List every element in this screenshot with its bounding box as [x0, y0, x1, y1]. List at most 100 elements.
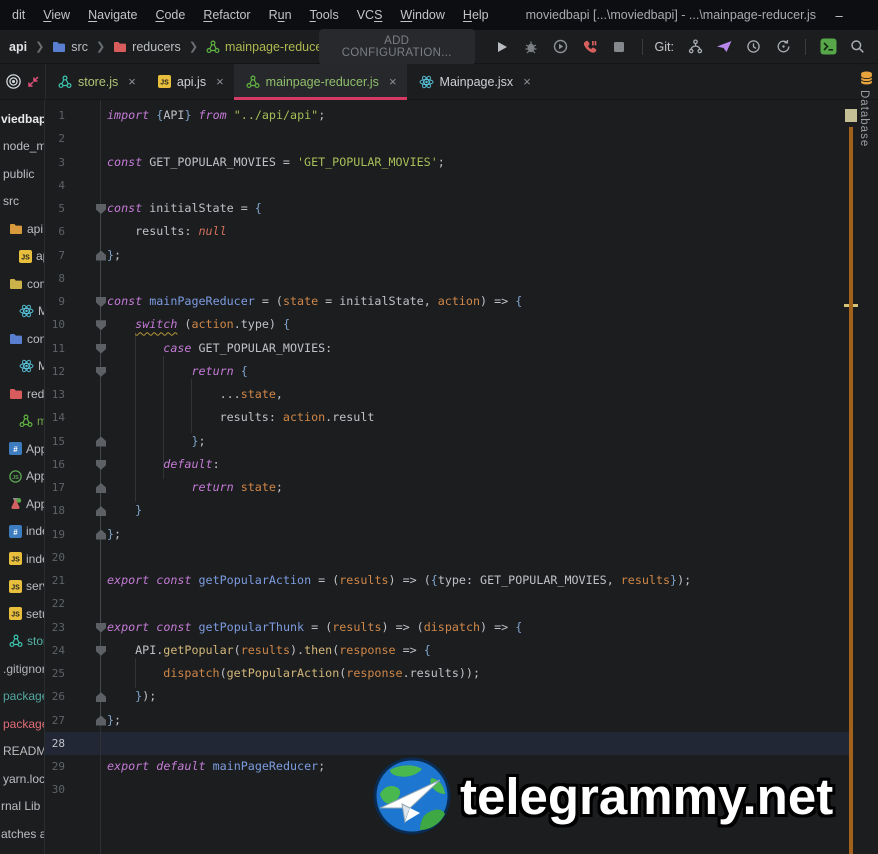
folder-yellow-icon	[9, 278, 23, 290]
run-with-coverage-icon[interactable]	[551, 36, 571, 58]
tree-item-README[interactable]: README	[0, 738, 44, 766]
menu-item-help[interactable]: Help	[454, 4, 498, 26]
tab-store.js[interactable]: store.js ×	[46, 64, 146, 99]
reducer-teal-icon	[9, 634, 23, 648]
tree-item-comp[interactable]: comp	[0, 270, 44, 298]
fold-marker-close[interactable]	[96, 692, 106, 703]
profiler-phone-icon[interactable]	[580, 36, 600, 58]
tree-item-App-j[interactable]: JSApp.j	[0, 463, 44, 491]
menu-item-window[interactable]: Window	[391, 4, 453, 26]
react-icon	[19, 304, 34, 318]
push-paper-plane-icon[interactable]	[714, 36, 734, 58]
toolbar: ADD CONFIGURATION... Git:	[318, 28, 878, 65]
breadcrumb-item[interactable]: api	[6, 38, 30, 56]
fold-marker-close[interactable]	[96, 506, 106, 517]
breadcrumb-item[interactable]: src	[49, 38, 91, 56]
tree-item-viedbap[interactable]: viedbap	[0, 105, 44, 133]
tree-item-m[interactable]: m	[0, 408, 44, 436]
tree-item-api[interactable]: api	[0, 215, 44, 243]
tab-api.js[interactable]: JS api.js ×	[146, 64, 234, 99]
terminal-icon[interactable]	[818, 36, 838, 58]
menu-item-view[interactable]: View	[34, 4, 79, 26]
tree-item-M[interactable]: M	[0, 353, 44, 381]
code-editor[interactable]: 1 2 3 4 5 6 7 8 9 10 11 12 13 14 15 16 17 18 19 20 21 22 23 24 2…	[45, 100, 878, 854]
breadcrumb-item[interactable]: mainpage-reducer.js	[203, 38, 319, 56]
tree-item-node_m[interactable]: node_m	[0, 133, 44, 161]
tree-item-ap[interactable]: JSap	[0, 243, 44, 271]
tree-item-setup[interactable]: JSsetup	[0, 600, 44, 628]
tree-item-index[interactable]: JSindex	[0, 545, 44, 573]
menu-item-navigate[interactable]: Navigate	[79, 4, 146, 26]
tree-item-atches-a[interactable]: atches a	[0, 820, 44, 848]
git-branch-icon[interactable]	[685, 36, 705, 58]
code-line-16: default:	[163, 456, 220, 471]
update-project-icon[interactable]	[773, 36, 793, 58]
tree-item-reduc[interactable]: reduc	[0, 380, 44, 408]
tab-close-icon[interactable]: ×	[523, 74, 531, 89]
tree-item-store-[interactable]: store.	[0, 628, 44, 656]
breadcrumb-item[interactable]: reducers	[110, 38, 184, 56]
tree-item-package[interactable]: package	[0, 710, 44, 738]
run-icon[interactable]	[492, 36, 512, 58]
code-line-27: };	[107, 712, 122, 727]
fold-marker-close[interactable]	[96, 436, 106, 447]
inspection-status-indicator[interactable]	[845, 109, 857, 122]
add-configuration-button[interactable]: ADD CONFIGURATION...	[318, 28, 475, 65]
line-number: 22	[51, 597, 65, 611]
database-tool-tab[interactable]: Database	[858, 90, 870, 147]
fold-marker-open[interactable]	[96, 297, 106, 307]
stop-icon[interactable]	[609, 36, 629, 58]
fold-marker-close[interactable]	[96, 483, 106, 493]
fold-marker-close[interactable]	[96, 715, 106, 726]
tab-Mainpage.jsx[interactable]: Mainpage.jsx ×	[407, 64, 541, 99]
tree-item-servic[interactable]: JSservic	[0, 573, 44, 601]
fold-marker-open[interactable]	[96, 645, 106, 656]
menu-item-run[interactable]: Run	[260, 4, 301, 26]
tree-item-App-c[interactable]: #App.c	[0, 435, 44, 463]
fold-marker-close[interactable]	[96, 250, 106, 261]
menu-item-code[interactable]: Code	[146, 4, 194, 26]
test-icon	[9, 497, 22, 510]
tree-item-rnal-Lib[interactable]: rnal Lib	[0, 793, 44, 821]
menu-item-dit[interactable]: dit	[3, 4, 34, 26]
fold-marker-open[interactable]	[96, 320, 106, 331]
fold-marker-close[interactable]	[96, 529, 106, 540]
tree-item-src[interactable]: src	[0, 188, 44, 216]
line-number: 11	[51, 341, 65, 355]
fold-marker-open[interactable]	[96, 343, 106, 354]
menu-item-refactor[interactable]: Refactor	[194, 4, 259, 26]
code-line-14: results: action.result	[107, 410, 375, 425]
fold-marker-open[interactable]	[96, 622, 106, 633]
debug-icon[interactable]	[521, 36, 541, 58]
search-everywhere-icon[interactable]	[848, 36, 868, 58]
tree-item-package[interactable]: package	[0, 683, 44, 711]
maximize-button[interactable]: ❒	[862, 0, 878, 30]
menu-item-vcs[interactable]: VCS	[348, 4, 392, 26]
folder-blue-icon	[52, 41, 66, 53]
tree-item-conta[interactable]: conta	[0, 325, 44, 353]
tree-item--gitignor[interactable]: .gitignor	[0, 655, 44, 683]
fold-marker-open[interactable]	[96, 459, 106, 470]
tab-close-icon[interactable]: ×	[389, 74, 397, 89]
tab-mainpage-reducer.js[interactable]: mainpage-reducer.js ×	[233, 64, 407, 100]
reducer-green-icon	[19, 414, 33, 428]
tree-item-App-t[interactable]: App.t	[0, 490, 44, 518]
tree-item-index[interactable]: #index	[0, 518, 44, 546]
tab-close-icon[interactable]: ×	[128, 74, 136, 89]
hide-panel-collapse-icon[interactable]	[27, 75, 40, 88]
svg-text:JS: JS	[12, 475, 19, 481]
fold-marker-open[interactable]	[96, 366, 106, 377]
svg-text:#: #	[13, 528, 18, 537]
locate-file-target-icon[interactable]	[5, 73, 22, 90]
menu-item-tools[interactable]: Tools	[301, 4, 348, 26]
tree-item-public[interactable]: public	[0, 160, 44, 188]
reducer-teal-icon	[58, 75, 72, 89]
tree-item-M[interactable]: M	[0, 298, 44, 326]
js-icon: JS	[9, 579, 22, 593]
minimize-button[interactable]: –	[816, 0, 862, 30]
fold-marker-open[interactable]	[96, 204, 106, 214]
tree-item-yarn-lock[interactable]: yarn.lock	[0, 765, 44, 793]
history-icon[interactable]	[744, 36, 764, 58]
watermark-text: telegrammy.net	[460, 767, 834, 825]
tab-close-icon[interactable]: ×	[216, 74, 224, 89]
